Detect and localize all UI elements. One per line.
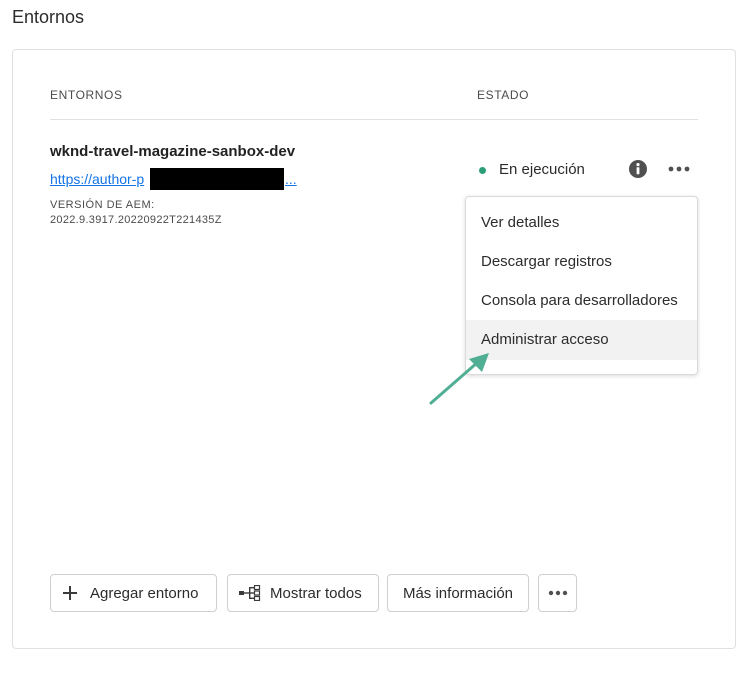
column-header-environments: ENTORNOS <box>50 88 123 102</box>
show-all-button[interactable]: Mostrar todos <box>227 574 379 612</box>
add-environment-label: Agregar entorno <box>90 584 199 602</box>
show-all-label: Mostrar todos <box>270 584 362 602</box>
environment-link-ellipsis[interactable]: ... <box>285 171 297 187</box>
environment-name: wknd-travel-magazine-sanbox-dev <box>50 143 296 160</box>
menu-item-view-details[interactable]: Ver detalles <box>466 203 697 243</box>
redaction-block <box>150 168 284 190</box>
more-info-label: Más información <box>402 584 514 602</box>
plus-icon <box>63 586 77 600</box>
environment-link[interactable]: https://author-p <box>50 171 144 187</box>
more-icon <box>548 590 567 596</box>
aem-version-value: 2022.9.3917.20220922T221435Z <box>50 214 222 226</box>
menu-item-manage-access[interactable]: Administrar acceso <box>466 320 697 360</box>
aem-version-label: VERSIÓN DE AEM: <box>50 199 155 211</box>
info-icon[interactable] <box>629 160 647 178</box>
column-header-status: ESTADO <box>477 88 530 102</box>
actions-menu: Ver detalles Descargar registros Consola… <box>465 196 698 375</box>
status-text: En ejecución <box>499 161 585 178</box>
menu-item-download-logs[interactable]: Descargar registros <box>466 242 697 282</box>
footer-more-button[interactable] <box>538 574 577 612</box>
more-info-button[interactable]: Más información <box>387 574 529 612</box>
add-environment-button[interactable]: Agregar entorno <box>50 574 217 612</box>
menu-item-developer-console[interactable]: Consola para desarrolladores <box>466 281 697 321</box>
more-icon[interactable] <box>668 166 690 172</box>
arrow-annotation <box>429 353 489 405</box>
page-title: Entornos <box>12 7 85 27</box>
header-divider <box>50 119 698 120</box>
status-indicator-dot <box>479 167 486 174</box>
tree-icon <box>239 585 261 601</box>
